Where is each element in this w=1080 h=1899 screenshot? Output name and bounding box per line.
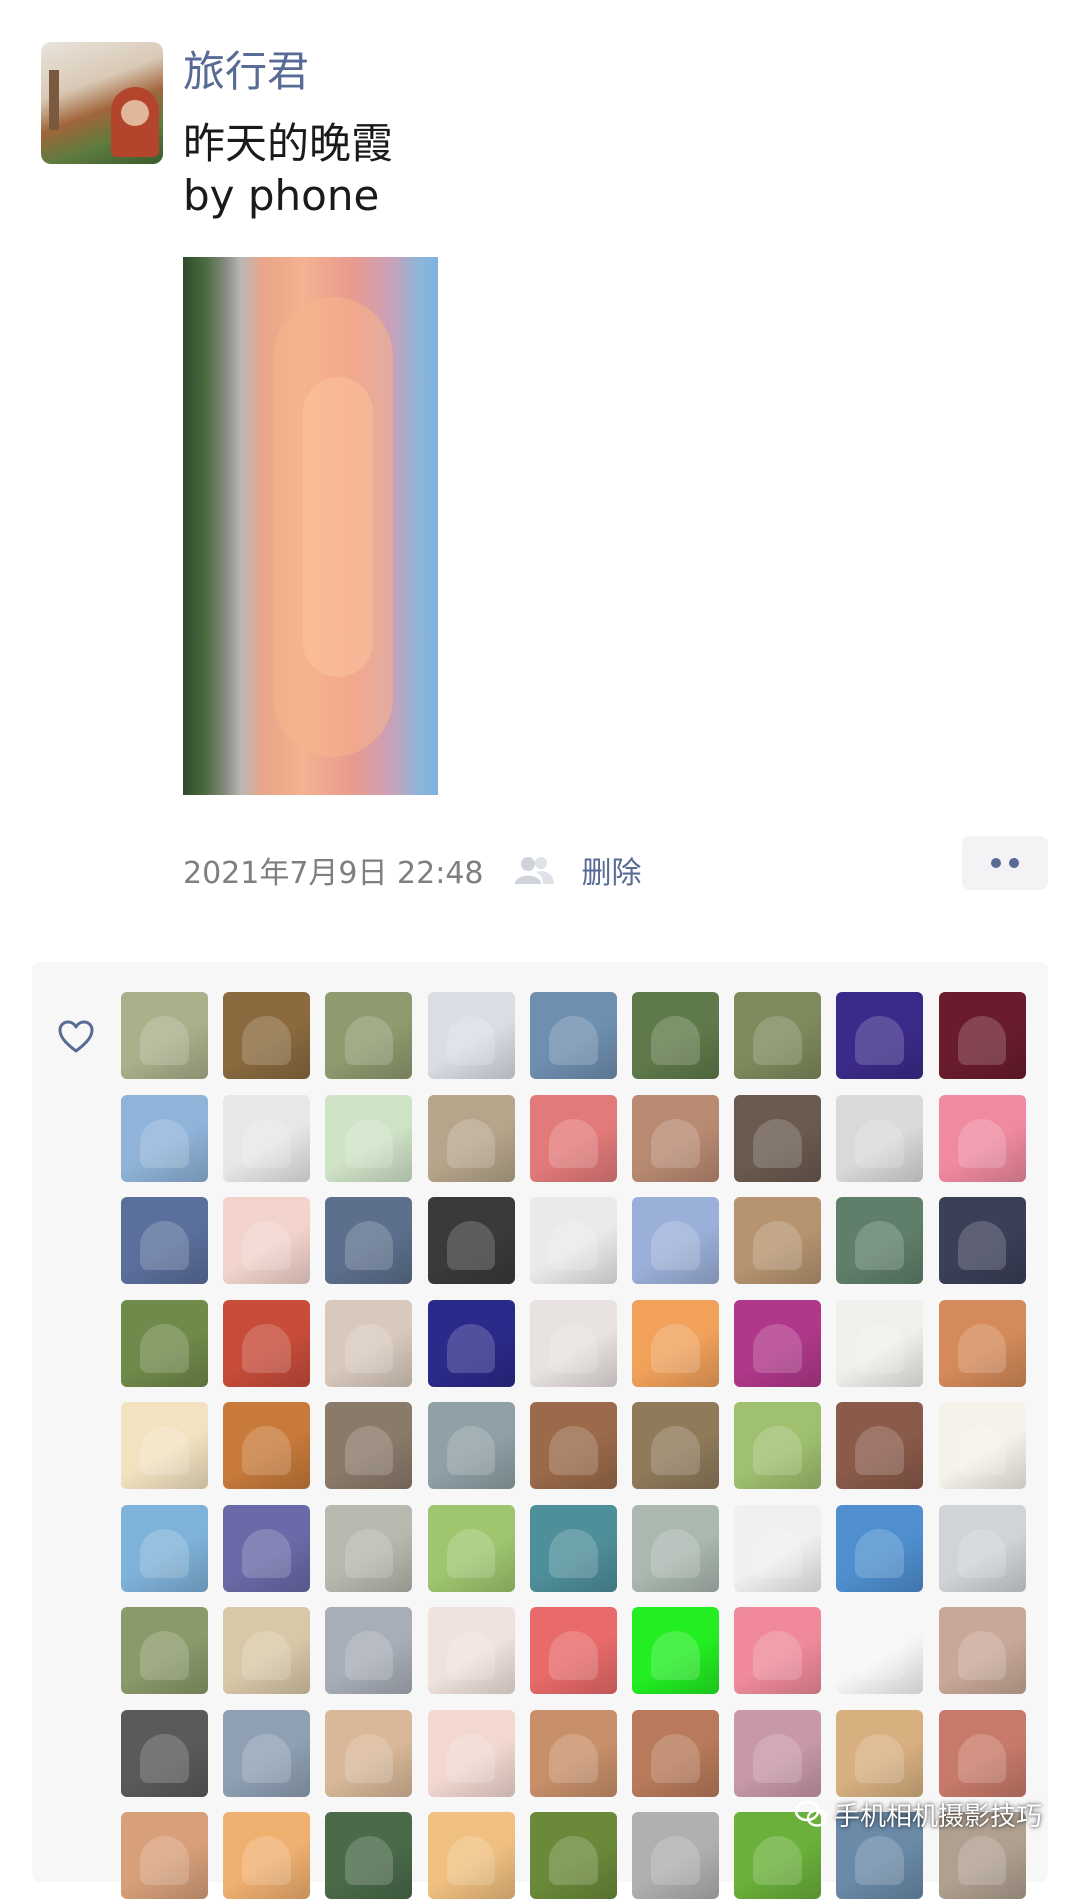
liker-avatar[interactable]	[427, 1402, 515, 1489]
liker-avatar[interactable]	[223, 1402, 311, 1489]
liker-avatar[interactable]	[631, 1607, 719, 1694]
liker-avatar[interactable]	[631, 1812, 719, 1899]
liker-avatar[interactable]	[938, 1299, 1026, 1387]
liker-avatar[interactable]	[734, 1094, 822, 1182]
liker-avatar[interactable]	[529, 1607, 617, 1694]
liker-avatar[interactable]	[325, 1607, 413, 1694]
liker-avatar[interactable]	[427, 1504, 515, 1592]
liker-avatar[interactable]	[836, 1504, 924, 1592]
liker-avatar[interactable]	[938, 1402, 1026, 1489]
liker-avatar[interactable]	[734, 992, 822, 1079]
post-meta-row: 2021年7月9日 22:48 删除	[183, 848, 642, 892]
liker-avatar[interactable]	[121, 1709, 208, 1797]
liker-avatar[interactable]	[223, 1812, 311, 1899]
liker-avatar[interactable]	[223, 1197, 311, 1284]
liker-avatar[interactable]	[529, 1094, 617, 1182]
liker-avatar[interactable]	[427, 992, 515, 1079]
liker-avatar[interactable]	[631, 1504, 719, 1592]
liker-avatar[interactable]	[734, 1504, 822, 1592]
watermark-text: 手机相机摄影技巧	[834, 1801, 1043, 1832]
watermark: 手机相机摄影技巧	[794, 1796, 1042, 1832]
liker-avatar[interactable]	[631, 1402, 719, 1489]
delete-button[interactable]: 删除	[582, 848, 642, 892]
liker-avatar[interactable]	[836, 992, 924, 1079]
friends-visibility-icon[interactable]	[512, 855, 556, 885]
avatar-tower-shape	[49, 70, 59, 130]
liker-avatar[interactable]	[427, 1812, 515, 1899]
liker-avatar[interactable]	[529, 1299, 617, 1387]
liker-avatar[interactable]	[529, 1504, 617, 1592]
liker-avatar[interactable]	[631, 1197, 719, 1284]
liker-avatar[interactable]	[836, 1197, 924, 1284]
liker-avatar[interactable]	[836, 1709, 924, 1797]
liker-avatar[interactable]	[529, 992, 617, 1079]
liker-avatar[interactable]	[631, 1094, 719, 1182]
liker-avatar[interactable]	[121, 1094, 208, 1182]
liker-avatar[interactable]	[223, 1504, 311, 1592]
liker-avatar[interactable]	[836, 1607, 924, 1694]
liker-avatar[interactable]	[427, 1709, 515, 1797]
liker-avatar[interactable]	[223, 992, 311, 1079]
liker-avatar[interactable]	[938, 1709, 1026, 1797]
more-actions-button[interactable]	[962, 836, 1048, 890]
liker-avatar[interactable]	[223, 1607, 311, 1694]
liker-avatar[interactable]	[325, 1299, 413, 1387]
liker-avatar[interactable]	[325, 1402, 413, 1489]
liker-avatar[interactable]	[223, 1094, 311, 1182]
photo-cloud-highlight	[303, 377, 373, 677]
liker-avatar[interactable]	[121, 992, 208, 1079]
poster-avatar[interactable]	[41, 42, 163, 164]
liker-avatar[interactable]	[325, 1094, 413, 1182]
liker-avatar[interactable]	[121, 1504, 208, 1592]
liker-avatar[interactable]	[121, 1197, 208, 1284]
liker-avatar[interactable]	[631, 992, 719, 1079]
liker-avatar[interactable]	[938, 1504, 1026, 1592]
wechat-logo-icon	[794, 1799, 828, 1829]
liker-avatar[interactable]	[325, 1709, 413, 1797]
liker-avatar[interactable]	[529, 1402, 617, 1489]
liker-avatar[interactable]	[836, 1402, 924, 1489]
liker-avatar[interactable]	[427, 1299, 515, 1387]
more-dots-icon	[991, 858, 1001, 868]
liker-avatar[interactable]	[734, 1299, 822, 1387]
liker-avatar[interactable]	[325, 992, 413, 1079]
liker-avatar[interactable]	[631, 1299, 719, 1387]
liker-avatar[interactable]	[121, 1607, 208, 1694]
liker-avatar[interactable]	[938, 992, 1026, 1079]
liker-avatar[interactable]	[325, 1197, 413, 1284]
liker-avatar[interactable]	[836, 1299, 924, 1387]
liker-avatar[interactable]	[938, 1607, 1026, 1694]
liker-avatar[interactable]	[223, 1709, 311, 1797]
more-dots-icon	[1009, 858, 1019, 868]
liker-avatar[interactable]	[734, 1402, 822, 1489]
liker-avatar[interactable]	[734, 1709, 822, 1797]
liker-avatar[interactable]	[121, 1299, 208, 1387]
liker-avatar[interactable]	[121, 1812, 208, 1899]
liker-avatar-grid	[121, 992, 1033, 1899]
liker-avatar[interactable]	[734, 1607, 822, 1694]
post-timestamp: 2021年7月9日 22:48	[183, 856, 484, 891]
liker-avatar[interactable]	[325, 1504, 413, 1592]
liker-avatar[interactable]	[529, 1812, 617, 1899]
avatar-face-shape	[121, 100, 149, 126]
liker-avatar[interactable]	[938, 1094, 1026, 1182]
post-photo-sunset[interactable]	[183, 257, 438, 795]
liker-avatar[interactable]	[529, 1709, 617, 1797]
liker-avatar[interactable]	[223, 1299, 311, 1387]
liker-avatar[interactable]	[631, 1709, 719, 1797]
heart-icon	[58, 1020, 94, 1054]
poster-name[interactable]: 旅行君	[183, 46, 309, 98]
liker-avatar[interactable]	[427, 1197, 515, 1284]
liker-avatar[interactable]	[121, 1402, 208, 1489]
post-text: 昨天的晚霞 by phone	[183, 119, 394, 220]
liker-avatar[interactable]	[734, 1197, 822, 1284]
liker-avatar[interactable]	[427, 1607, 515, 1694]
liker-avatar[interactable]	[325, 1812, 413, 1899]
liker-avatar[interactable]	[938, 1197, 1026, 1284]
liker-avatar[interactable]	[836, 1094, 924, 1182]
liker-avatar[interactable]	[427, 1094, 515, 1182]
liker-avatar[interactable]	[529, 1197, 617, 1284]
